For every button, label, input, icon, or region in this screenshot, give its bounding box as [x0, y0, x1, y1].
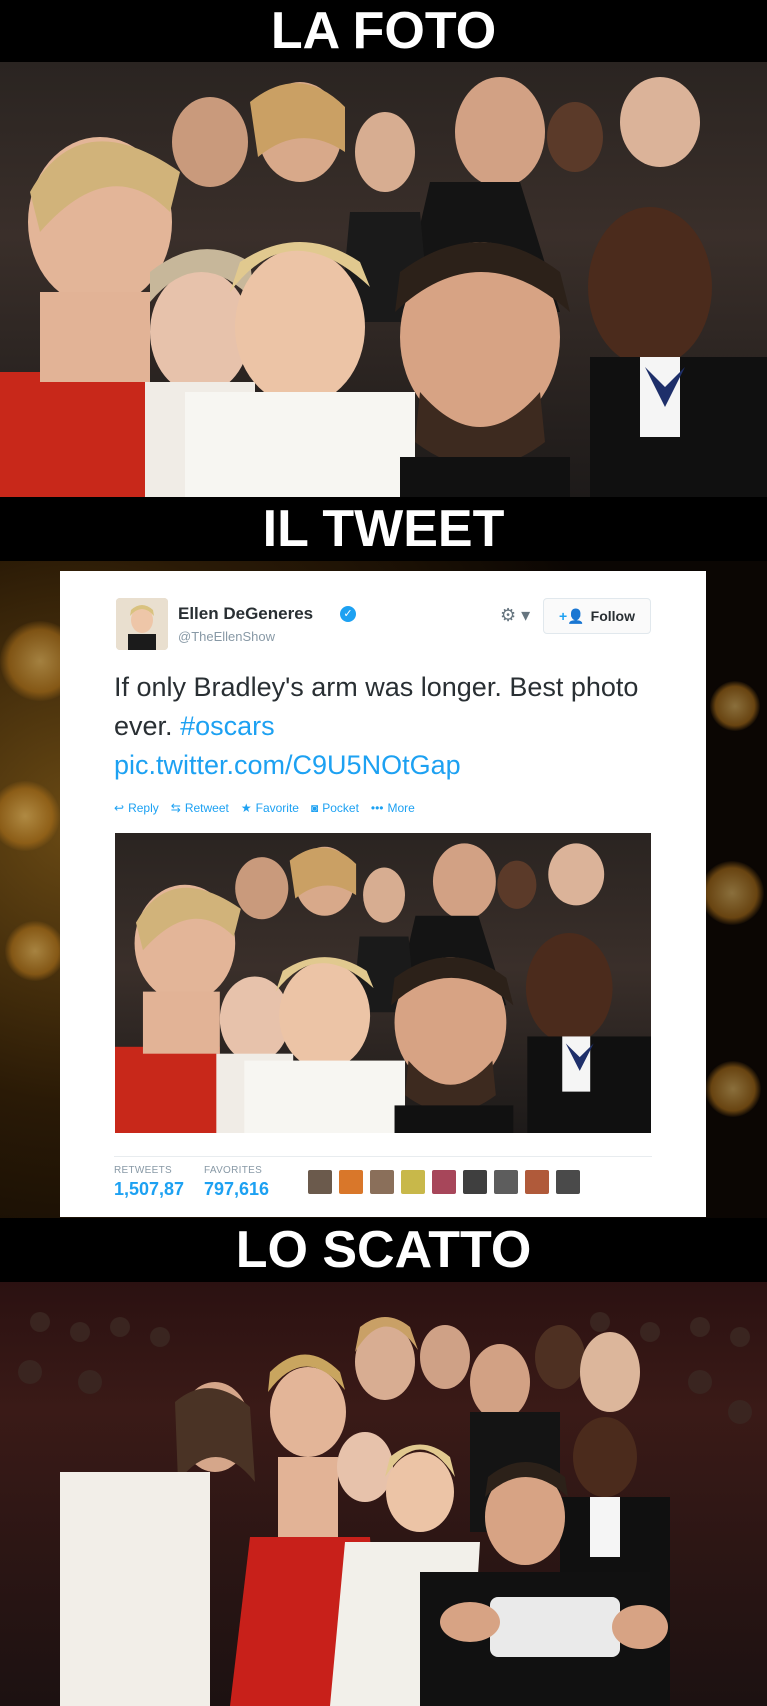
reply-icon: ↩	[114, 801, 125, 815]
favoriter-avatar[interactable]	[432, 1170, 456, 1194]
favoriter-avatar[interactable]	[525, 1170, 549, 1194]
pocket-action[interactable]: ◙ Pocket	[311, 801, 359, 815]
retweets-stat[interactable]: RETWEETS 1,507,87	[114, 1165, 184, 1200]
tweet-author-handle[interactable]: @TheEllenShow	[178, 629, 275, 644]
favoriter-avatar[interactable]	[401, 1170, 425, 1194]
follow-label: Follow	[590, 608, 635, 624]
reply-action[interactable]: ↩ Reply	[114, 801, 159, 815]
selfie-illustration	[0, 77, 767, 497]
banner-il-tweet: IL TWEET	[0, 497, 767, 561]
retweet-action[interactable]: ⇆ Retweet	[171, 801, 229, 815]
banner-la-foto: LA FOTO	[0, 0, 767, 62]
bokeh-light	[0, 781, 60, 851]
shooting-photo	[0, 1282, 767, 1706]
favoriters-thumbnails	[308, 1170, 580, 1194]
selfie-photo	[0, 62, 767, 497]
favorites-count: 797,616	[204, 1179, 270, 1199]
favorite-label: Favorite	[255, 801, 299, 815]
pic-link[interactable]: pic.twitter.com/C9U5NOtGap	[114, 750, 461, 780]
retweets-count: 1,507,87	[114, 1179, 185, 1199]
bokeh-light	[700, 861, 764, 925]
divider	[114, 1156, 652, 1157]
favorites-label: FAVORITES	[204, 1165, 263, 1176]
banner-title: LA FOTO	[270, 2, 497, 60]
verified-badge-icon: ✓	[340, 606, 356, 622]
gear-icon[interactable]: ⚙ ▾	[500, 605, 530, 626]
avatar[interactable]	[116, 598, 168, 650]
bokeh-light	[5, 921, 65, 981]
banner-title: LO SCATTO	[235, 1221, 532, 1279]
reply-label: Reply	[128, 801, 159, 815]
favorite-star-icon: ★	[240, 801, 252, 815]
tweet-text: If only Bradley's arm was longer. Best p…	[114, 668, 674, 785]
avatar-image	[116, 598, 168, 650]
tweet-author-name[interactable]: Ellen DeGeneres	[178, 604, 313, 624]
more-label: More	[387, 801, 415, 815]
shooting-illustration	[18, 1312, 752, 1706]
bokeh-light	[710, 681, 760, 731]
tweet-photo-illustration	[115, 843, 651, 1133]
retweet-label: Retweet	[184, 801, 229, 815]
hashtag-link[interactable]: #oscars	[180, 711, 275, 741]
follow-person-icon: +👤	[559, 607, 585, 624]
pocket-icon: ◙	[310, 801, 319, 815]
banner-title: IL TWEET	[262, 500, 505, 558]
tweet-photo[interactable]	[115, 833, 651, 1133]
retweets-label: RETWEETS	[114, 1165, 172, 1176]
favoriter-avatar[interactable]	[556, 1170, 580, 1194]
pocket-label: Pocket	[322, 801, 359, 815]
favoriter-avatar[interactable]	[308, 1170, 332, 1194]
tweet-actions: ↩ Reply ⇆ Retweet ★ Favorite ◙ Pocket ••• Mor…	[114, 801, 415, 815]
favorite-action[interactable]: ★ Favorite	[241, 801, 299, 815]
favoriter-avatar[interactable]	[339, 1170, 363, 1194]
bokeh-light	[705, 1061, 761, 1117]
banner-lo-scatto: LO SCATTO	[0, 1218, 767, 1282]
favorites-stat[interactable]: FAVORITES 797,616	[204, 1165, 269, 1200]
retweet-icon: ⇆	[170, 801, 181, 815]
favoriter-avatar[interactable]	[370, 1170, 394, 1194]
favoriter-avatar[interactable]	[494, 1170, 518, 1194]
more-dots-icon: •••	[370, 801, 384, 815]
follow-button[interactable]: +👤 Follow	[543, 598, 651, 634]
more-action[interactable]: ••• More	[371, 801, 415, 815]
favoriter-avatar[interactable]	[463, 1170, 487, 1194]
